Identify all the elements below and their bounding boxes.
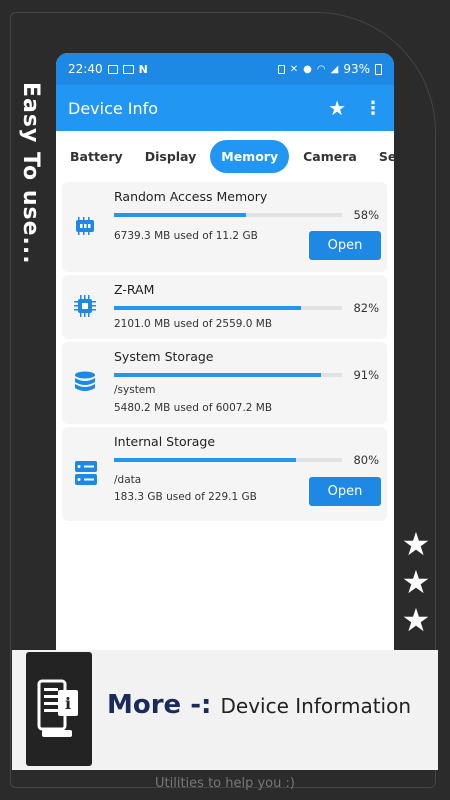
wifi-icon: ◠ bbox=[316, 63, 326, 75]
promo-title: More -: Device Information bbox=[107, 690, 411, 720]
open-button[interactable]: Open bbox=[309, 231, 381, 260]
memory-card-ram: Random Access Memory 58% 6739.3 MB used … bbox=[62, 182, 387, 272]
tab-battery[interactable]: Battery bbox=[62, 141, 131, 172]
location-icon: ● bbox=[303, 63, 312, 75]
mute-icon: ✕ bbox=[289, 63, 299, 75]
usage-percent: 80% bbox=[353, 453, 379, 467]
phone-screen: 22:40 N ✕ ● ◠ ◢ 93% Device Info ★ ⋮ Batt… bbox=[56, 53, 394, 653]
screen-notification-icon bbox=[122, 64, 134, 74]
usage-text: 5480.2 MB used of 6007.2 MB bbox=[114, 402, 273, 414]
battery-saver-icon bbox=[277, 64, 285, 74]
usage-percent: 91% bbox=[353, 368, 379, 382]
tab-sensors[interactable]: Sensors bbox=[371, 141, 394, 172]
tab-camera[interactable]: Camera bbox=[295, 141, 365, 172]
svg-text:i: i bbox=[65, 694, 71, 713]
promo-more: More -: bbox=[107, 690, 212, 720]
star-icon[interactable]: ★ bbox=[328, 96, 346, 120]
usage-bar-fill bbox=[114, 373, 322, 377]
battery-percent: 93% bbox=[343, 62, 370, 76]
tab-bar: Battery Display Memory Camera Sensors bbox=[56, 131, 394, 181]
n-notification-icon: N bbox=[138, 62, 148, 76]
usage-bar-fill bbox=[114, 458, 297, 462]
star-icon: ★ bbox=[401, 601, 431, 639]
tab-memory[interactable]: Memory bbox=[210, 139, 290, 173]
tab-display[interactable]: Display bbox=[137, 141, 205, 172]
server-storage-icon bbox=[74, 460, 98, 490]
card-title: Random Access Memory bbox=[114, 189, 268, 204]
card-title: Internal Storage bbox=[114, 434, 216, 449]
card-title: Z-RAM bbox=[114, 282, 155, 297]
app-title: Device Info bbox=[68, 98, 159, 118]
signal-icon: ◢ bbox=[330, 63, 339, 75]
gallery-notification-icon bbox=[107, 64, 118, 74]
memory-card-internal-storage: Internal Storage 80% /data 183.3 GB used… bbox=[62, 427, 387, 521]
promo-banner: i More -: Device Information bbox=[12, 650, 438, 770]
open-button[interactable]: Open bbox=[309, 477, 381, 506]
cpu-chip-icon bbox=[74, 295, 96, 321]
usage-percent: 58% bbox=[353, 208, 379, 222]
status-bar: 22:40 N ✕ ● ◠ ◢ 93% bbox=[56, 53, 394, 85]
storage-path: /system bbox=[114, 384, 156, 396]
device-info-logo-icon: i bbox=[26, 652, 92, 766]
usage-bar bbox=[114, 458, 342, 462]
usage-bar bbox=[114, 373, 342, 377]
battery-icon bbox=[375, 63, 382, 75]
status-time: 22:40 bbox=[68, 62, 103, 76]
usage-text: 6739.3 MB used of 11.2 GB bbox=[114, 230, 258, 242]
database-icon bbox=[74, 371, 96, 399]
usage-bar-fill bbox=[114, 306, 301, 310]
promo-subtitle: Device Information bbox=[220, 694, 412, 718]
usage-bar bbox=[114, 213, 342, 217]
star-icon: ★ bbox=[401, 563, 431, 601]
more-options-icon[interactable]: ⋮ bbox=[364, 98, 382, 119]
usage-bar-fill bbox=[114, 213, 247, 217]
rating-stars: ★ ★ ★ bbox=[396, 525, 436, 639]
storage-path: /data bbox=[114, 474, 142, 486]
memory-card-zram: Z-RAM 82% 2101.0 MB used of 2559.0 MB bbox=[62, 275, 387, 339]
usage-bar bbox=[114, 306, 342, 310]
usage-percent: 82% bbox=[353, 301, 379, 315]
footer-tagline: Utilities to help you :) bbox=[155, 776, 295, 791]
usage-text: 2101.0 MB used of 2559.0 MB bbox=[114, 318, 273, 330]
card-title: System Storage bbox=[114, 349, 214, 364]
star-icon: ★ bbox=[401, 525, 431, 563]
app-bar: Device Info ★ ⋮ bbox=[56, 85, 394, 131]
ram-chip-icon bbox=[74, 216, 96, 240]
memory-card-system-storage: System Storage 91% /system 5480.2 MB use… bbox=[62, 342, 387, 424]
side-caption: Easy To use... bbox=[18, 82, 43, 265]
usage-text: 183.3 GB used of 229.1 GB bbox=[114, 491, 257, 503]
